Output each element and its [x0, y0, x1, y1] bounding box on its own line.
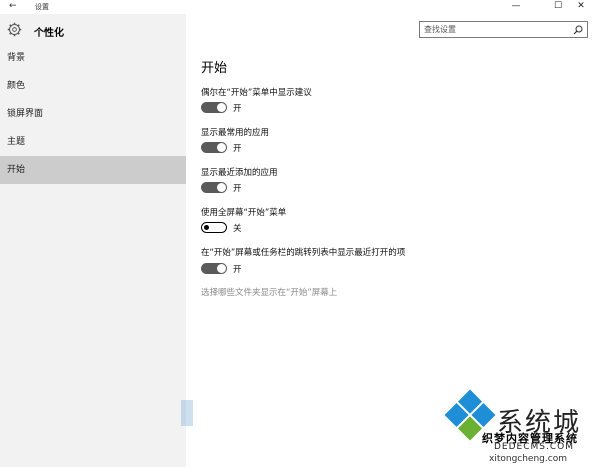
sidebar-item-themes[interactable]: 主题	[0, 128, 186, 156]
page-title: 开始	[201, 61, 228, 76]
toggle-most-used[interactable]	[201, 142, 227, 153]
sidebar-item-colors[interactable]: 颜色	[0, 72, 186, 100]
back-button[interactable]: ←	[9, 1, 17, 11]
toggle-knob	[217, 143, 226, 152]
setting-label-recently-added: 显示最近添加的应用	[201, 168, 278, 178]
sidebar-item-lock-screen[interactable]: 锁屏界面	[0, 100, 186, 128]
toggle-knob	[204, 224, 209, 230]
setting-label-suggestions: 偶尔在“开始”菜单中显示建议	[201, 88, 312, 98]
toggle-knob	[217, 183, 226, 192]
toggle-full-screen[interactable]	[201, 222, 227, 233]
sidebar-header: 个性化	[0, 14, 186, 46]
toggle-recently-added[interactable]	[201, 182, 227, 193]
search-box[interactable]	[419, 21, 588, 38]
sidebar-item-background[interactable]: 背景	[0, 44, 186, 72]
watermark-line2: DEDECMS.COM	[494, 442, 574, 452]
sidebar-item-start[interactable]: 开始	[0, 156, 186, 184]
minimize-button[interactable]: —	[503, 0, 529, 14]
sidebar-title: 个性化	[34, 28, 64, 39]
choose-folders-link[interactable]: 选择哪些文件夹显示在“开始”屏幕上	[201, 286, 337, 298]
toggle-knob	[217, 264, 226, 273]
watermark-fragment	[181, 400, 193, 426]
toggle-suggestions[interactable]	[201, 102, 227, 113]
toggle-state-full-screen: 关	[233, 224, 242, 234]
close-button[interactable]: ✕	[568, 0, 594, 14]
setting-label-jump-lists: 在“开始”屏幕或任务栏的跳转列表中显示最近打开的项	[201, 248, 406, 258]
setting-label-most-used: 显示最常用的应用	[201, 128, 270, 138]
watermark-line3: xitongcheng.com	[489, 454, 567, 464]
toggle-state-recently-added: 开	[233, 184, 242, 194]
toggle-jump-lists[interactable]	[201, 263, 227, 274]
search-input[interactable]	[424, 23, 564, 36]
toggle-state-suggestions: 开	[233, 104, 242, 114]
toggle-state-most-used: 开	[233, 144, 242, 154]
title-bar: ← 设置 — ☐ ✕	[0, 0, 594, 14]
toggle-state-jump-lists: 开	[233, 265, 242, 275]
setting-label-full-screen: 使用全屏幕“开始”菜单	[201, 208, 287, 218]
window-title: 设置	[35, 3, 49, 11]
search-icon[interactable]	[573, 25, 583, 35]
toggle-knob	[217, 103, 226, 112]
gear-icon[interactable]	[7, 22, 22, 37]
sidebar: 个性化 背景 颜色 锁屏界面 主题 开始	[0, 14, 186, 467]
